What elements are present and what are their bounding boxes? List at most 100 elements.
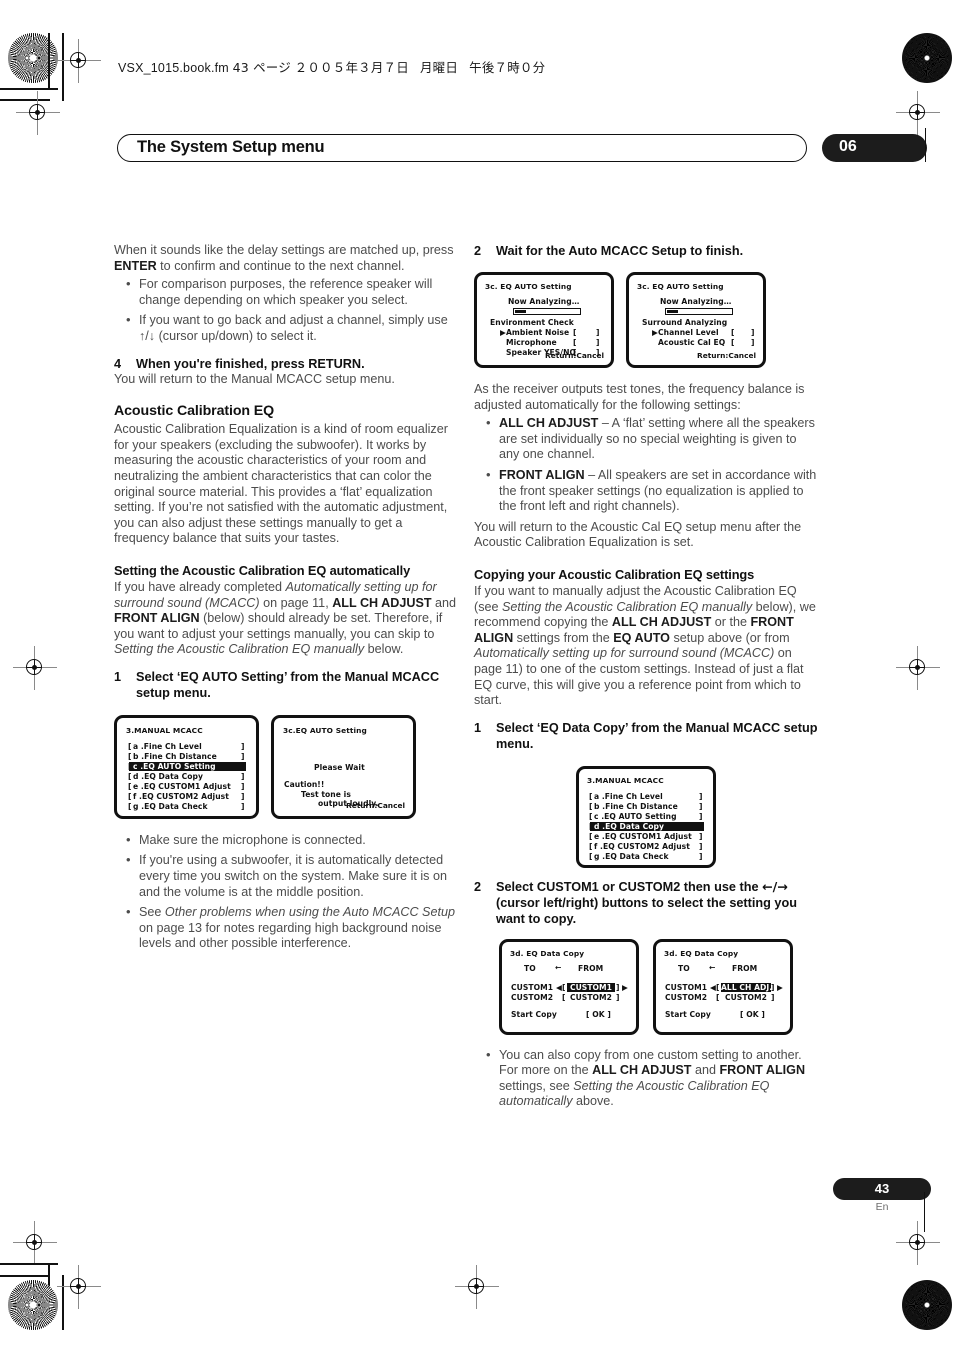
osd-to-label: TO (524, 963, 536, 973)
osd-progress-fill (515, 310, 526, 313)
osd-menu-item-selected: d .EQ Data Copy (590, 821, 704, 831)
file-name: VSX_1015.book.fm (118, 61, 229, 75)
osd-menu-item: e .EQ CUSTOM1 Adjust (133, 781, 231, 791)
osd-menu-item: g .EQ Data Check (594, 851, 669, 861)
osd-cursor-icon: ▶ (652, 328, 658, 337)
final-g: above. (572, 1094, 614, 1109)
crop-mark-bottom-left-h2 (0, 1275, 50, 1277)
osd-menu-item: f .EQ CUSTOM2 Adjust (594, 841, 690, 851)
osd-caution-line-1: Test tone is (301, 789, 351, 799)
osd-menu-item: f .EQ CUSTOM2 Adjust (133, 791, 229, 801)
intro-text-a: When it sounds like the delay settings a… (114, 243, 454, 257)
osd-from-label: FROM (732, 963, 758, 973)
file-page-marker: 43 ページ (232, 60, 291, 75)
step-4: 4 When you're finished, press RETURN. (114, 356, 458, 372)
osd-progress-bar (513, 308, 581, 315)
osd-row2-bracket-left: [ (716, 992, 720, 1002)
copying-section-paragraph: If you want to manually adjust the Acous… (474, 584, 818, 709)
right-step-2-title: Wait for the Auto MCACC Setup to finish. (496, 244, 744, 258)
figure-row-manual-mcacc-copy: 3.MANUAL MCACC a .Fine Ch Level b .Fine … (474, 765, 818, 868)
osd-caution: Caution!! (284, 779, 325, 789)
osd-title: 3c. EQ AUTO Setting (485, 282, 572, 291)
registration-mark-left-middle (13, 646, 57, 690)
right-step-2b: 2 Select CUSTOM1 or CUSTOM2 then use the… (474, 879, 818, 927)
osd-start-copy-label: Start Copy (511, 1009, 557, 1019)
osd-progress-fill (667, 310, 678, 313)
registration-mark-left-upper (16, 91, 60, 135)
left-step-1: 1 Select ‘EQ AUTO Setting’ from the Manu… (114, 669, 458, 701)
list-item: You can also copy from one custom settin… (474, 1047, 818, 1110)
left-column: When it sounds like the delay settings a… (114, 243, 458, 957)
osd-return-cancel: Return:Cancel (346, 800, 405, 810)
right-step-1: 1 Select ‘EQ Data Copy’ from the Manual … (474, 720, 818, 752)
registration-mark-top-left (57, 39, 101, 83)
osd-screen-eq-data-copy-2: 3d. EQ Data Copy TO ← FROM CUSTOM1 ◀ [ A… (653, 938, 793, 1035)
osd-menu-item: d .EQ Data Copy (133, 771, 204, 781)
auto-p-front-align: FRONT ALIGN (114, 611, 200, 626)
osd-row2-bracket-right: ] (771, 992, 775, 1002)
right-step-2b-title: Select CUSTOM1 or CUSTOM2 then use the ←… (496, 879, 818, 927)
osd-right-arrow-icon: ▶ (777, 982, 783, 992)
registration-mark-left-lower (13, 1221, 57, 1265)
osd-menu-item-selected: c .EQ AUTO Setting (129, 761, 246, 771)
osd-bracket-right: ]]]]]]] (241, 741, 245, 811)
left-notes-list: Make sure the microphone is connected. I… (114, 832, 458, 952)
section-heading-acoustic-cal-eq: Acoustic Calibration EQ (114, 403, 275, 420)
osd-analyzing-label: Now Analyzing… (508, 297, 580, 306)
figure-row-manual-mcacc: 3.MANUAL MCACC a .Fine Ch Level b .Fine … (114, 714, 458, 819)
page-language-code: En (875, 1201, 889, 1213)
osd-menu-item: a .Fine Ch Level (594, 791, 663, 801)
osd-copy-direction-arrow-icon: ← (709, 962, 716, 972)
auto-section-paragraph: If you have already completed Automatica… (114, 580, 458, 658)
step-4-number: 4 (114, 356, 122, 371)
osd-bracket-left: [[[[[[[ (128, 741, 132, 811)
osd-value-bracket-right: ]] (751, 328, 755, 347)
osd-bracket-left: [[[[[[[ (589, 791, 593, 861)
osd-please-wait: Please Wait (314, 762, 365, 772)
chapter-number: 06 (839, 138, 857, 155)
right-step-1-title: Select ‘EQ Data Copy’ from the Manual MC… (496, 720, 818, 751)
step2b-text-a: Select CUSTOM1 or CUSTOM2 then use the (496, 879, 763, 894)
osd-row2-value: CUSTOM2 (569, 992, 613, 1002)
after-text: You will return to the Acoustic Cal EQ s… (474, 519, 802, 550)
subheading-auto-setting: Setting the Acoustic Calibration EQ auto… (114, 562, 411, 578)
final-all-ch-adjust: ALL CH ADJUST (592, 1063, 692, 1078)
crop-mark-top-left-v (48, 33, 50, 88)
osd-return-cancel: Return:Cancel (545, 351, 604, 360)
final-e: settings, see (499, 1078, 574, 1093)
registration-starburst-top-right (902, 33, 952, 83)
osd-copy-direction-arrow-icon: ← (555, 962, 562, 972)
registration-mark-bottom-left (57, 1265, 101, 1309)
crop-mark-top-left-h (0, 88, 58, 90)
file-weekday: 月曜日 (419, 60, 459, 75)
step-4-title: When you're finished, press RETURN. (136, 356, 365, 371)
osd-row1-bracket-left: [ (562, 982, 566, 992)
osd-row1-value-selected: CUSTOM1 (567, 982, 615, 992)
auto-p-c: on page 11, (259, 595, 333, 610)
file-date: ２００５年３月７日 (294, 60, 409, 75)
osd-screen-manual-mcacc-copy: 3.MANUAL MCACC a .Fine Ch Level b .Fine … (576, 765, 716, 868)
auto-p-all-ch-adjust: ALL CH ADJUST (332, 595, 432, 610)
osd-ok-button[interactable]: [ OK ] (740, 1010, 765, 1019)
settings-bullet-list: ALL CH ADJUST – A ‘flat’ setting where a… (474, 415, 818, 515)
osd-progress-bar (665, 308, 733, 315)
right-step-2-number: 2 (474, 244, 482, 258)
right-step-2: 2 Wait for the Auto MCACC Setup to finis… (474, 243, 818, 259)
osd-stage-label: Surround Analyzing (642, 318, 728, 327)
crop-mark-top-left-v2 (62, 33, 64, 101)
registration-mark-right-lower (896, 1221, 940, 1265)
osd-return-cancel: Return:Cancel (697, 351, 756, 360)
copy-p-all-ch-adjust: ALL CH ADJUST (611, 615, 712, 630)
registration-mark-right-middle (896, 646, 940, 690)
registration-mark-bottom-center (455, 1265, 499, 1309)
osd-title: 3c.EQ AUTO Setting (283, 725, 367, 735)
copy-p-eq-auto: EQ AUTO (613, 630, 670, 645)
osd-row1-bracket-right: ] (616, 982, 620, 992)
step-4-body: You will return to the Manual MCACC setu… (114, 371, 395, 386)
osd-row1-value-selected: ALL CH ADJ. (721, 982, 773, 992)
osd-row2-left: CUSTOM2 (511, 992, 554, 1002)
copy-p-g: settings from the (513, 630, 614, 645)
osd-ok-button[interactable]: [ OK ] (586, 1010, 611, 1019)
header-rule-tick (925, 128, 927, 162)
final-note-list: You can also copy from one custom settin… (474, 1047, 818, 1110)
